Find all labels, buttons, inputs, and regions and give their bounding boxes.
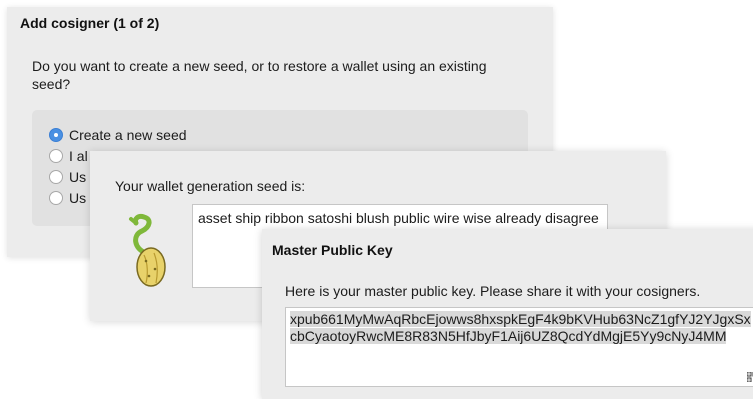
radio-unchecked-icon: [49, 149, 63, 163]
master-public-key-dialog: Master Public Key Here is your master pu…: [262, 229, 753, 399]
radio-option-4[interactable]: Us: [49, 190, 86, 206]
radio-option-2[interactable]: I al: [49, 148, 88, 164]
radio-checked-icon: [49, 128, 63, 142]
electrum-seed-icon: [129, 214, 166, 287]
radio-label: Create a new seed: [69, 127, 187, 143]
mpk-description: Here is your master public key. Please s…: [285, 283, 701, 299]
radio-option-3[interactable]: Us: [49, 169, 86, 185]
radio-label: Us: [69, 169, 87, 185]
radio-label: Us: [69, 190, 87, 206]
mpk-value: xpub661MyMwAqRbcEjowws8hxspkEgF4k9bKVHub…: [290, 311, 751, 344]
seed-label: Your wallet generation seed is:: [115, 178, 306, 194]
radio-unchecked-icon: [49, 191, 63, 205]
mpk-text-area[interactable]: xpub661MyMwAqRbcEjowws8hxspkEgF4k9bKVHub…: [285, 307, 753, 387]
question-text: Do you want to create a new seed, or to …: [32, 58, 487, 92]
dialog-title: Add cosigner (1 of 2): [20, 15, 160, 31]
radio-create-new-seed[interactable]: Create a new seed: [49, 127, 187, 143]
radio-label: I al: [69, 148, 88, 164]
qr-code-icon[interactable]: [747, 372, 753, 382]
radio-unchecked-icon: [49, 170, 63, 184]
dialog-title: Master Public Key: [272, 242, 393, 258]
